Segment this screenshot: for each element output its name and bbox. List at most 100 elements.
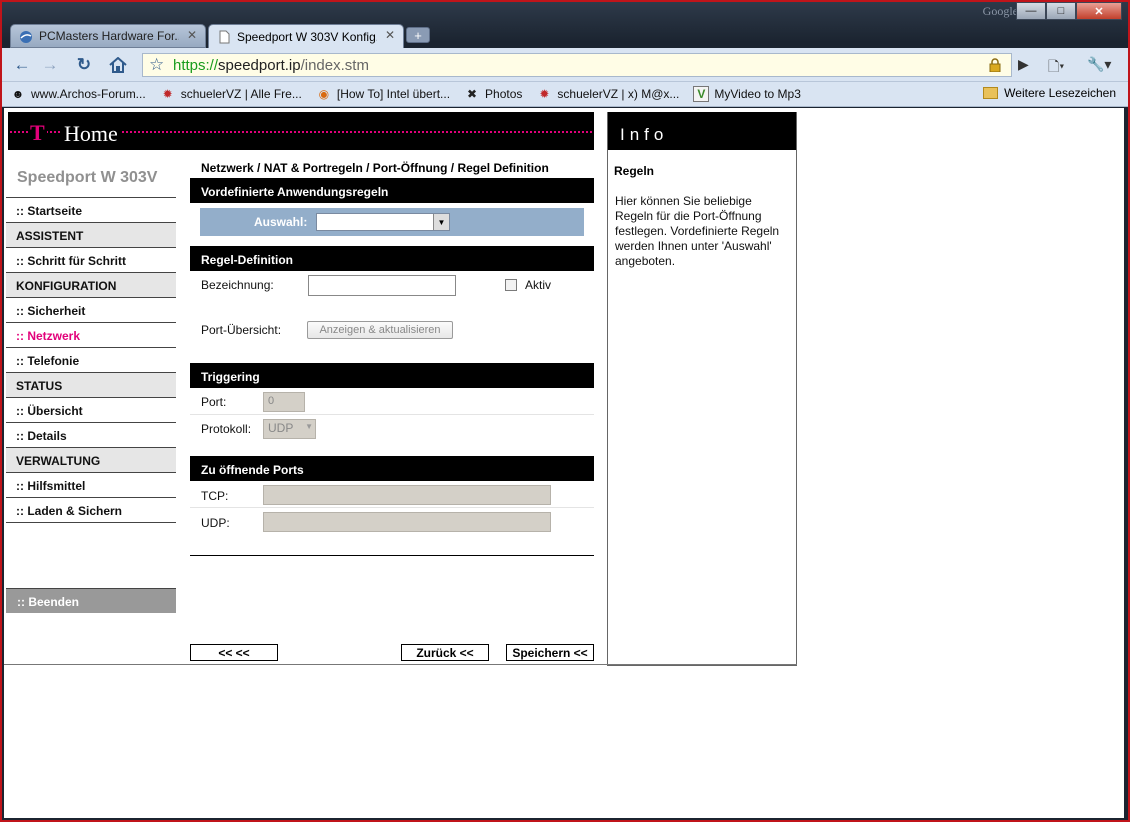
section-triggering-heading: Triggering <box>190 363 594 388</box>
port-label: Port: <box>201 395 227 409</box>
telekom-logo: T <box>28 120 47 146</box>
bookmark-star-icon[interactable]: ☆ <box>149 55 164 75</box>
back-back-button[interactable]: << << <box>190 644 278 661</box>
tab-close-icon[interactable]: ✕ <box>187 28 197 42</box>
port-uebersicht-label: Port-Übersicht: <box>201 323 282 337</box>
rule-name-row: Bezeichnung: Aktiv <box>190 271 594 315</box>
aktiv-checkbox[interactable] <box>505 279 517 291</box>
bookmark-photos[interactable]: ✖ Photos <box>464 86 522 102</box>
info-text: Hier können Sie beliebige Regeln für die… <box>615 194 780 268</box>
back-button[interactable]: ← <box>10 55 34 75</box>
sidebar-section-verwaltung: VERWALTUNG <box>6 448 176 473</box>
auswahl-label: Auswahl: <box>254 215 308 229</box>
maximize-button[interactable]: □ <box>1046 2 1076 20</box>
info-title: Regeln <box>614 164 655 178</box>
sidebar-item-sicherheit[interactable]: :: Sicherheit <box>6 298 176 323</box>
udp-ports-input[interactable] <box>263 512 551 532</box>
bookmark-label: [How To] Intel übert... <box>336 87 451 101</box>
breadcrumb: Netzwerk / NAT & Portregeln / Port-Öffnu… <box>201 161 549 175</box>
bookmarks-bar: ☻ www.Archos-Forum... ✹ schuelerVZ | All… <box>2 82 1128 107</box>
aktiv-label: Aktiv <box>525 278 552 292</box>
product-name: Speedport W 303V <box>6 158 176 198</box>
close-window-button[interactable]: ✕ <box>1076 2 1122 20</box>
sidebar-item-telefonie[interactable]: :: Telefonie <box>6 348 176 373</box>
url-domain: speedport.ip <box>218 56 301 74</box>
bookmark-label: Photos <box>485 87 523 101</box>
protokoll-value: UDP <box>268 421 294 435</box>
schuelervz-icon: ✹ <box>162 87 173 101</box>
page-menu-icon[interactable]: 🗋▾ <box>1048 56 1064 80</box>
page-content: T Home Info Regeln Hier können Sie belie… <box>4 108 1124 818</box>
bookmark-folder-label: Weitere Lesezeichen <box>1004 86 1116 100</box>
new-tab-button[interactable]: + <box>406 27 430 43</box>
wrench-menu-icon[interactable]: 🔧▾ <box>1087 56 1111 73</box>
tab-label: Speedport W 303V Konfig... <box>237 29 377 44</box>
sidebar-item-uebersicht[interactable]: :: Übersicht <box>6 398 176 423</box>
sidebar-item-details[interactable]: :: Details <box>6 423 176 448</box>
tcp-label: TCP: <box>201 489 229 503</box>
auswahl-select[interactable]: ▼ <box>316 213 450 231</box>
sidebar-item-startseite[interactable]: :: Startseite <box>6 198 176 223</box>
port-overview-row: Port-Übersicht: Anzeigen & aktualisieren <box>190 315 594 353</box>
sidebar-item-beenden[interactable]: :: Beenden <box>6 588 176 613</box>
section-predefined-heading: Vordefinierte Anwendungsregeln <box>190 178 594 203</box>
zurueck-button[interactable]: Zurück << <box>401 644 489 661</box>
udp-row: UDP: <box>190 508 594 535</box>
tcp-ports-input[interactable] <box>263 485 551 505</box>
url-scheme: https:// <box>173 56 219 74</box>
udp-label: UDP: <box>201 516 230 530</box>
folder-icon <box>983 87 999 99</box>
tab-strip: PCMasters Hardware For... ✕ Speedport W … <box>2 22 1128 48</box>
sidebar-item-laden-sichern[interactable]: :: Laden & Sichern <box>6 498 176 523</box>
trigger-protocol-row: Protokoll: UDP ▼ <box>190 415 594 445</box>
bookmark-schuelervz[interactable]: ✹ schuelerVZ | Alle Fre... <box>160 86 302 102</box>
howto-icon: ◉ <box>318 87 330 101</box>
bookmark-label: MyVideo to Mp3 <box>714 87 801 101</box>
section-open-ports-heading: Zu öffnende Ports <box>190 456 594 481</box>
tab-close-icon[interactable]: ✕ <box>385 28 395 42</box>
main-form: Netzwerk / NAT & Portregeln / Port-Öffnu… <box>190 158 594 535</box>
bezeichnung-input[interactable] <box>308 275 456 296</box>
tab-label: PCMasters Hardware For... <box>39 29 179 43</box>
minimize-button[interactable]: — <box>1016 2 1046 20</box>
bookmark-myvideo[interactable]: V MyVideo to Mp3 <box>693 86 801 102</box>
home-button[interactable] <box>106 55 130 75</box>
plus-icon: + <box>414 27 422 43</box>
tab-speedport[interactable]: Speedport W 303V Konfig... ✕ <box>208 24 404 48</box>
anzeigen-aktualisieren-button[interactable]: Anzeigen & aktualisieren <box>307 321 453 339</box>
reload-button[interactable]: ↻ <box>72 55 96 75</box>
lock-icon[interactable] <box>989 58 1001 72</box>
protokoll-label: Protokoll: <box>201 422 252 436</box>
bookmark-folder-more[interactable]: Weitere Lesezeichen <box>983 86 1116 100</box>
header-title: Home <box>60 121 122 147</box>
myvideo-icon: V <box>693 86 710 102</box>
protokoll-select[interactable]: UDP ▼ <box>263 419 316 439</box>
info-heading: Info <box>608 112 796 150</box>
sidebar-item-netzwerk[interactable]: :: Netzwerk <box>6 323 176 348</box>
sidebar-item-schritt-fuer-schritt[interactable]: :: Schritt für Schritt <box>6 248 176 273</box>
content-bottom-line <box>4 664 797 665</box>
bookmark-label: www.Archos-Forum... <box>31 87 146 101</box>
tcp-row: TCP: <box>190 481 594 508</box>
forward-button[interactable]: → <box>38 55 62 75</box>
pcmasters-favicon-icon <box>20 31 32 43</box>
chevron-down-icon: ▼ <box>305 422 313 431</box>
browser-toolbar: ← → ↻ ☆ https://speedport.ip/index.stm ▶… <box>2 48 1128 82</box>
address-bar[interactable]: ☆ https://speedport.ip/index.stm <box>142 53 1012 77</box>
tab-pcmasters[interactable]: PCMasters Hardware For... ✕ <box>10 24 206 48</box>
go-icon[interactable]: ▶ <box>1018 56 1029 73</box>
sidebar-section-konfiguration: KONFIGURATION <box>6 273 176 298</box>
speichern-button[interactable]: Speichern << <box>506 644 594 661</box>
sidebar-section-status: STATUS <box>6 373 176 398</box>
telekom-header: T Home <box>8 112 594 150</box>
title-bar: Google — □ ✕ <box>2 2 1128 24</box>
trigger-port-input[interactable]: 0 <box>263 392 305 412</box>
dropdown-arrow-icon[interactable]: ▼ <box>433 214 449 230</box>
bookmark-archos[interactable]: ☻ www.Archos-Forum... <box>10 86 146 102</box>
bookmark-howto-intel[interactable]: ◉ [How To] Intel übert... <box>316 86 450 102</box>
bookmark-schuelervz-max[interactable]: ✹ schuelerVZ | x) M@x... <box>536 86 679 102</box>
sidebar-item-hilfsmittel[interactable]: :: Hilfsmittel <box>6 473 176 498</box>
maximize-icon: □ <box>1057 5 1065 17</box>
form-bottom-line <box>190 555 594 556</box>
trigger-port-row: Port: 0 <box>190 388 594 415</box>
